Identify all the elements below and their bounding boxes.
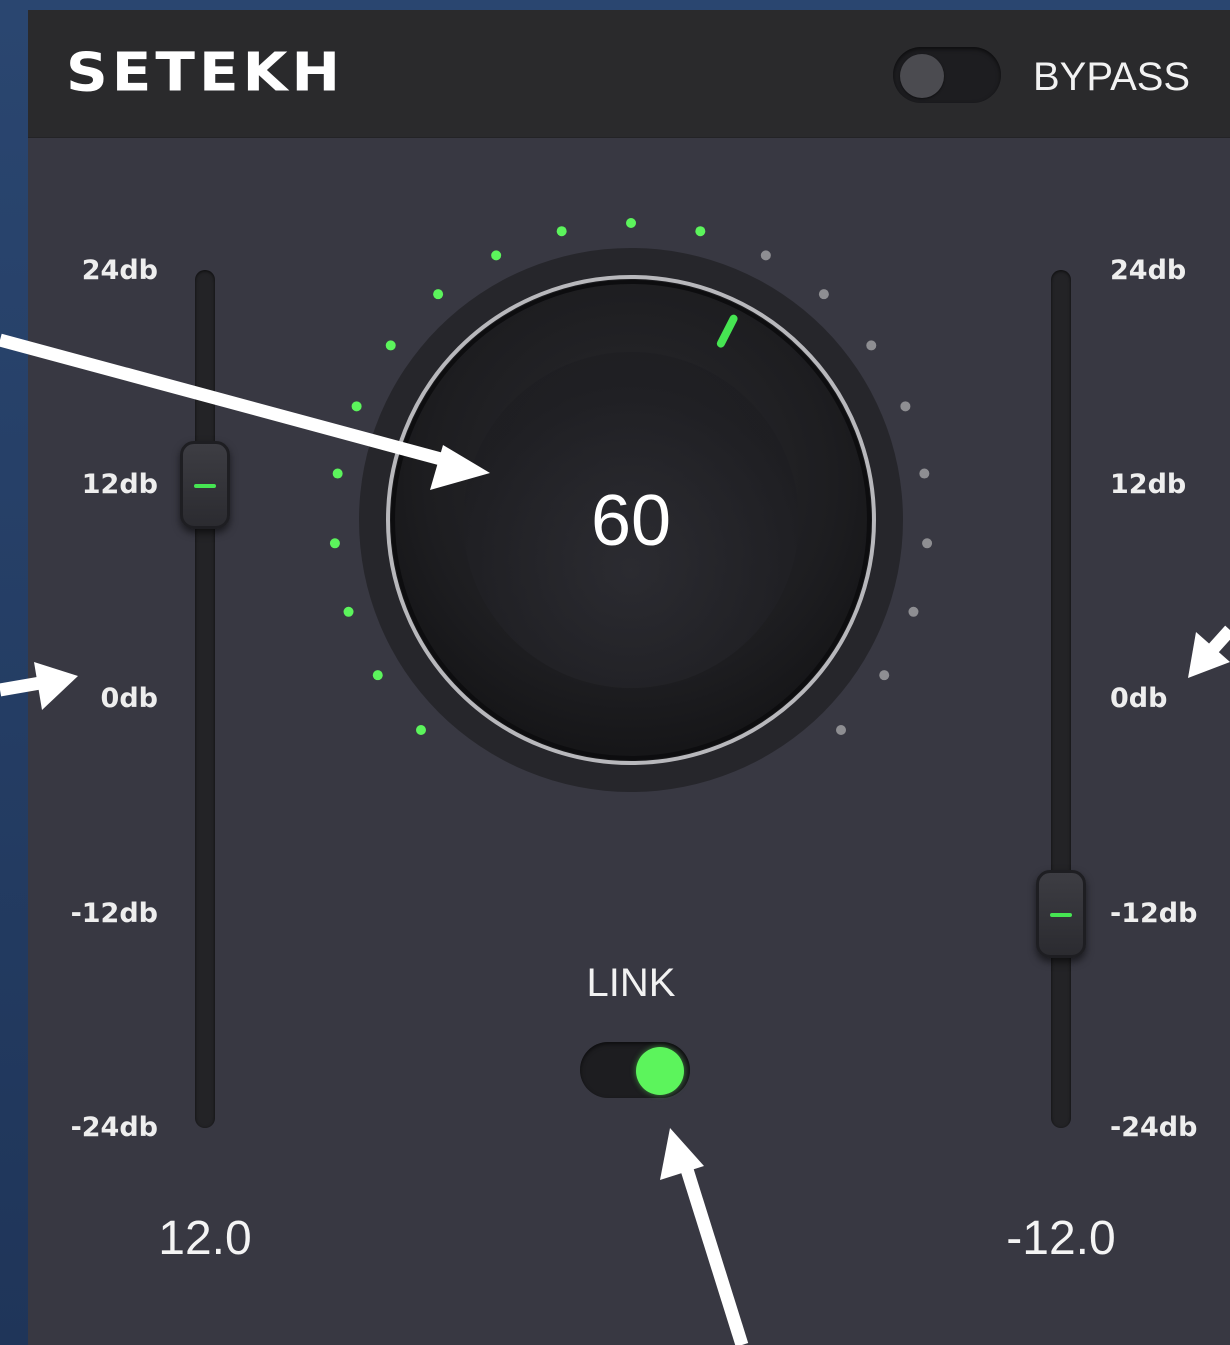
knob-level-dot bbox=[433, 289, 444, 300]
main-knob-graphic[interactable] bbox=[28, 10, 1230, 1345]
knob-level-dot bbox=[760, 250, 771, 261]
knob-level-dot bbox=[879, 670, 890, 681]
knob-level-dot bbox=[836, 725, 847, 736]
knob-level-dot bbox=[556, 226, 567, 237]
link-toggle-thumb[interactable] bbox=[636, 1047, 684, 1095]
knob-level-dot bbox=[900, 401, 911, 412]
link-toggle[interactable] bbox=[580, 1042, 690, 1098]
knob-level-dot bbox=[385, 340, 396, 351]
knob-level-dot bbox=[343, 606, 354, 617]
knob-level-dot bbox=[695, 226, 706, 237]
knob-level-dot bbox=[372, 670, 383, 681]
knob-level-dot bbox=[491, 250, 502, 261]
knob-level-dot bbox=[329, 538, 340, 549]
knob-level-dot bbox=[919, 468, 930, 479]
knob-level-dot bbox=[922, 538, 933, 549]
knob-level-dot bbox=[351, 401, 362, 412]
knob-level-dot bbox=[415, 725, 426, 736]
plugin-panel: SETEKH BYPASS 24db 12db 0db -12db -24db … bbox=[28, 10, 1230, 1345]
knob-level-dot bbox=[866, 340, 877, 351]
main-knob-value: 60 bbox=[590, 481, 672, 561]
knob-level-dot bbox=[908, 606, 919, 617]
link-label: LINK bbox=[586, 961, 676, 1005]
knob-level-dot bbox=[818, 289, 829, 300]
knob-level-dot bbox=[332, 468, 343, 479]
knob-level-dot bbox=[626, 218, 636, 228]
